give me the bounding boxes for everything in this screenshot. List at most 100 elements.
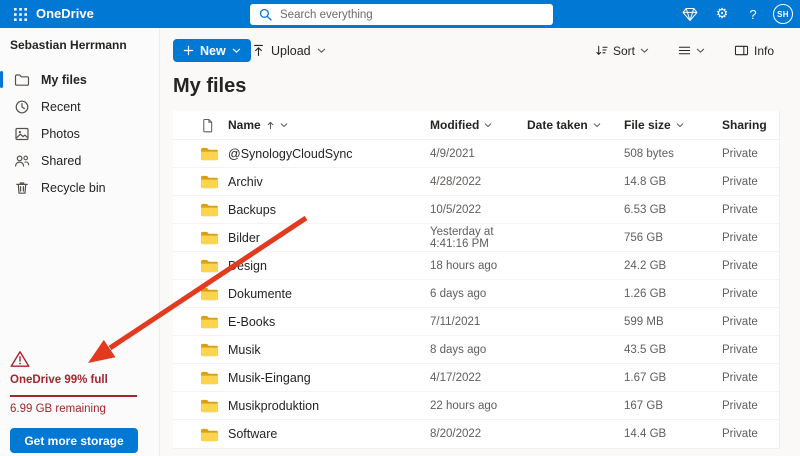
- storage-progress-fill: [10, 395, 137, 397]
- file-size: 508 bytes: [624, 147, 674, 160]
- file-modified: 4/17/2022: [430, 371, 482, 384]
- table-header-row: Name Modified Date taken File size Shari…: [173, 111, 779, 140]
- file-modified: Yesterday at 4:41:16 PM: [430, 225, 494, 250]
- file-sharing: Private: [722, 371, 758, 384]
- column-header-date-taken[interactable]: Date taken: [527, 118, 624, 132]
- list-view-icon: [678, 46, 691, 55]
- onedrive-logo[interactable]: OneDrive: [36, 0, 94, 28]
- file-sharing: Private: [722, 399, 758, 412]
- folder-icon: [173, 286, 228, 301]
- top-app-bar: OneDrive ⚙ ? SH: [0, 0, 800, 28]
- file-size: 24.2 GB: [624, 259, 667, 272]
- folder-icon: [173, 146, 228, 161]
- column-header-sharing[interactable]: Sharing: [722, 118, 779, 132]
- photos-icon: [14, 126, 30, 142]
- file-name[interactable]: Archiv: [228, 175, 430, 189]
- file-name[interactable]: Dokumente: [228, 287, 430, 301]
- table-row[interactable]: Backups 10/5/2022 6.53 GB Private: [173, 196, 779, 224]
- file-modified: 10/5/2022: [430, 203, 482, 216]
- recycle-bin-icon: [14, 180, 30, 196]
- file-name[interactable]: Musik: [228, 343, 430, 357]
- chevron-down-icon: [232, 48, 240, 53]
- column-label: Date taken: [527, 118, 588, 132]
- file-modified: 4/28/2022: [430, 175, 482, 188]
- upload-icon: [254, 44, 263, 57]
- sidebar-item-label: Photos: [41, 126, 80, 141]
- file-size: 14.8 GB: [624, 175, 667, 188]
- file-size: 1.26 GB: [624, 287, 667, 300]
- file-size: 6.53 GB: [624, 203, 667, 216]
- folder-icon: [173, 427, 228, 442]
- table-row[interactable]: Dokumente 6 days ago 1.26 GB Private: [173, 280, 779, 308]
- sidebar-item-recent[interactable]: Recent: [0, 93, 159, 120]
- table-row[interactable]: @SynologyCloudSync 4/9/2021 508 bytes Pr…: [173, 140, 779, 168]
- user-name: Sebastian Herrmann: [10, 38, 127, 52]
- upload-button[interactable]: Upload: [246, 39, 332, 62]
- chevron-down-icon: [676, 122, 684, 127]
- file-name[interactable]: E-Books: [228, 315, 430, 329]
- file-size: 167 GB: [624, 399, 663, 412]
- file-sharing: Private: [722, 175, 758, 188]
- file-table: Name Modified Date taken File size Shari…: [173, 111, 780, 449]
- sidebar-item-shared[interactable]: Shared: [0, 147, 159, 174]
- file-list: @SynologyCloudSync 4/9/2021 508 bytes Pr…: [173, 140, 779, 448]
- file-name[interactable]: Musikproduktion: [228, 399, 430, 413]
- table-row[interactable]: Software 8/20/2022 14.4 GB Private: [173, 420, 779, 448]
- file-modified: 4/9/2021: [430, 147, 475, 160]
- account-avatar[interactable]: SH: [773, 4, 793, 24]
- file-size: 14.4 GB: [624, 428, 667, 440]
- help-icon[interactable]: ?: [740, 0, 766, 28]
- file-name[interactable]: Software: [228, 427, 430, 441]
- sidebar-item-photos[interactable]: Photos: [0, 120, 159, 147]
- sort-button[interactable]: Sort: [589, 43, 655, 59]
- file-name[interactable]: Musik-Eingang: [228, 371, 430, 385]
- onedrive-window: OneDrive ⚙ ? SH Sebastian Herrmann My fi: [0, 0, 800, 456]
- document-icon: [203, 118, 213, 132]
- chevron-down-icon: [485, 122, 492, 127]
- table-row[interactable]: Musik-Eingang 4/17/2022 1.67 GB Private: [173, 364, 779, 392]
- new-button[interactable]: New: [173, 39, 251, 62]
- file-name[interactable]: Backups: [228, 203, 430, 217]
- search-input[interactable]: [250, 4, 553, 25]
- folder-icon: [14, 72, 30, 88]
- table-row[interactable]: Design 18 hours ago 24.2 GB Private: [173, 252, 779, 280]
- page-title: My files: [173, 75, 247, 97]
- premium-diamond-icon[interactable]: [677, 0, 703, 28]
- sort-icon: [596, 45, 608, 55]
- column-header-modified[interactable]: Modified: [430, 118, 527, 132]
- sidebar-item-label: Recycle bin: [41, 180, 106, 195]
- table-row[interactable]: Bilder Yesterday at 4:41:16 PM 756 GB Pr…: [173, 224, 779, 252]
- storage-progress-bar: [10, 395, 138, 397]
- file-sharing: Private: [722, 343, 758, 356]
- app-launcher-icon[interactable]: [6, 0, 34, 28]
- table-row[interactable]: Musikproduktion 22 hours ago 167 GB Priv…: [173, 392, 779, 420]
- file-name[interactable]: Bilder: [228, 231, 430, 245]
- info-button[interactable]: Info: [728, 43, 780, 59]
- file-sharing: Private: [722, 231, 758, 244]
- sidebar-item-my-files[interactable]: My files: [0, 66, 159, 93]
- file-size: 599 MB: [624, 315, 664, 328]
- info-button-label: Info: [753, 43, 774, 58]
- file-modified: 18 hours ago: [430, 259, 498, 272]
- folder-icon: [173, 398, 228, 413]
- file-size: 756 GB: [624, 231, 663, 244]
- file-sharing: Private: [722, 287, 758, 300]
- file-name[interactable]: Design: [228, 259, 430, 273]
- column-header-name[interactable]: Name: [228, 118, 430, 132]
- sidebar-item-recycle-bin[interactable]: Recycle bin: [0, 174, 159, 201]
- table-row[interactable]: Archiv 4/28/2022 14.8 GB Private: [173, 168, 779, 196]
- file-modified: 8/20/2022: [430, 428, 482, 440]
- table-row[interactable]: Musik 8 days ago 43.5 GB Private: [173, 336, 779, 364]
- file-sharing: Private: [722, 315, 758, 328]
- table-row[interactable]: E-Books 7/11/2021 599 MB Private: [173, 308, 779, 336]
- settings-gear-icon[interactable]: ⚙: [709, 0, 735, 28]
- file-name[interactable]: @SynologyCloudSync: [228, 147, 430, 161]
- column-header-file-size[interactable]: File size: [624, 118, 722, 132]
- view-options-button[interactable]: [672, 43, 711, 58]
- info-pane-icon: [734, 45, 749, 56]
- sidebar-item-label: Recent: [41, 99, 81, 114]
- storage-remaining-text: 6.99 GB remaining: [10, 403, 106, 415]
- get-more-storage-button[interactable]: Get more storage: [10, 428, 138, 453]
- file-size: 1.67 GB: [624, 371, 667, 384]
- sidebar-nav: My files Recent Photos Shared Recycle bi…: [0, 66, 159, 201]
